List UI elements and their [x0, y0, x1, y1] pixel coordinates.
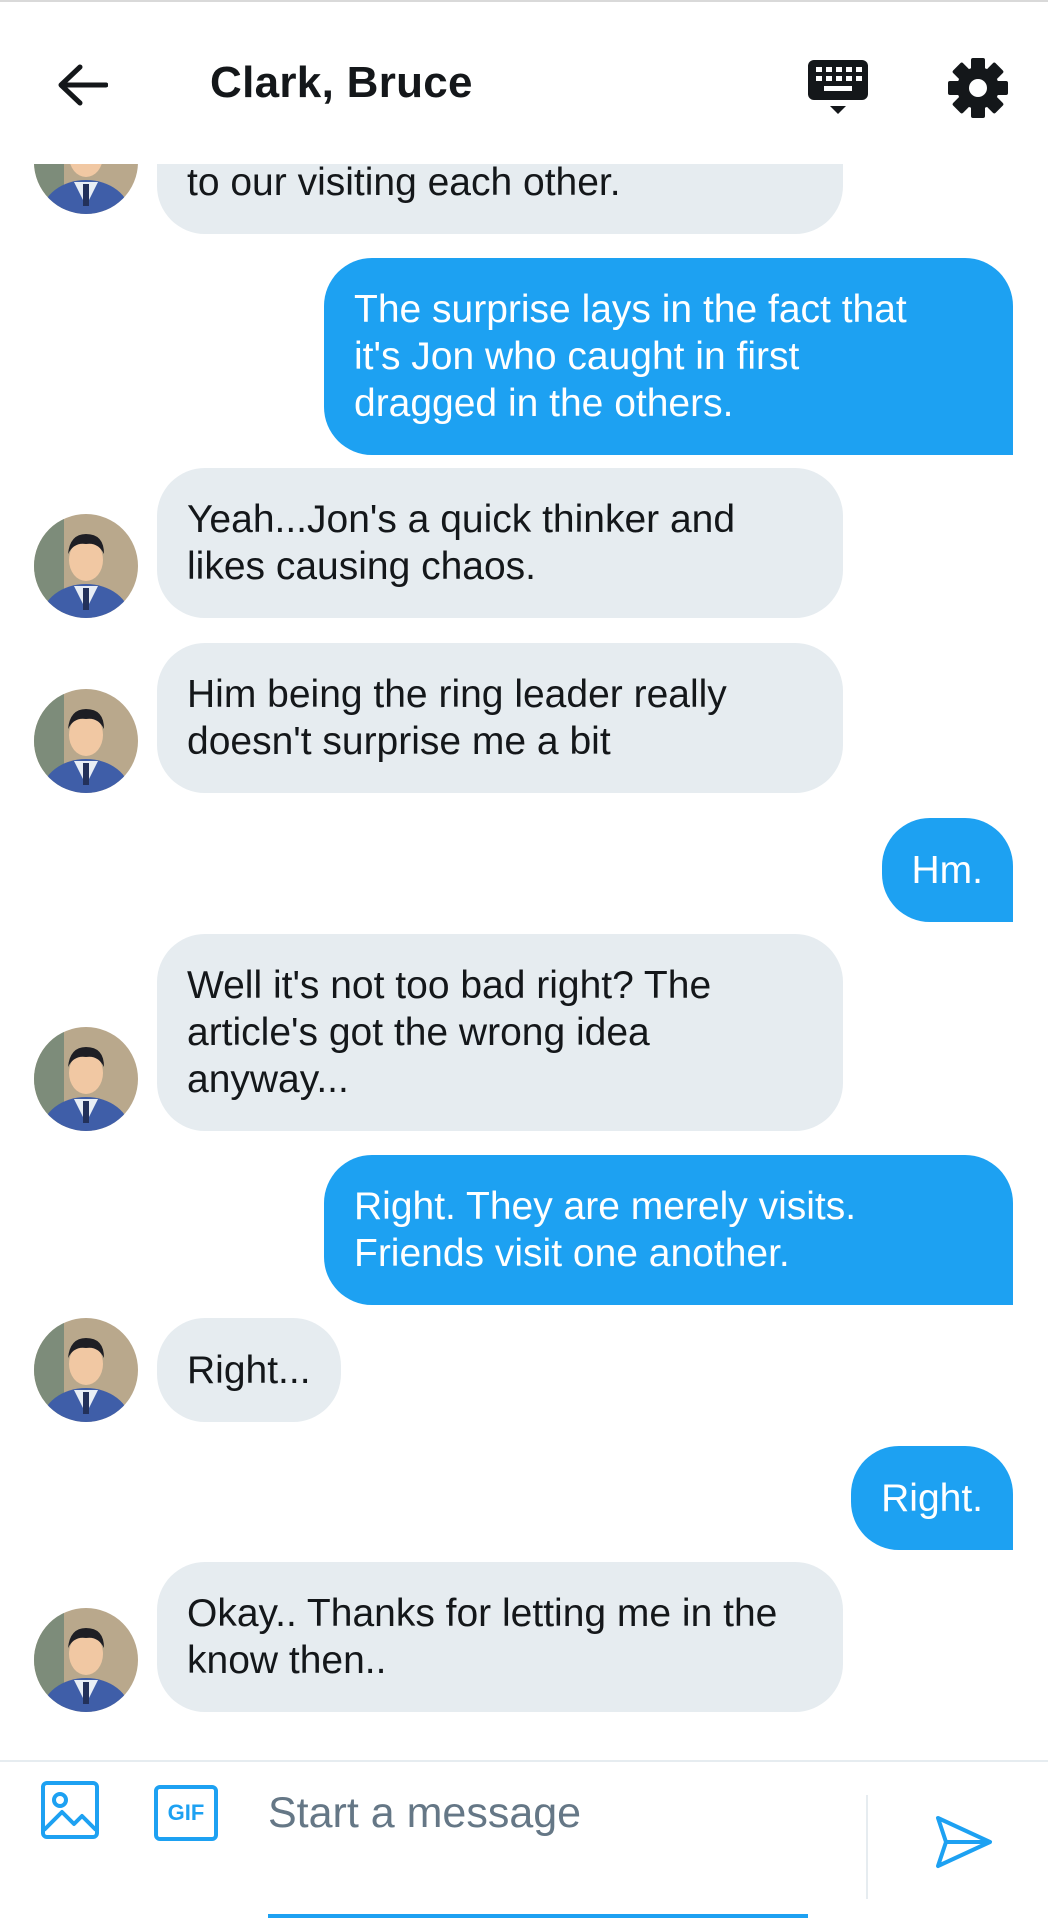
message-bubble-incoming[interactable]: Well it's not too bad right? The article… — [157, 934, 843, 1131]
avatar[interactable] — [34, 514, 138, 618]
message-bubble-incoming[interactable]: Okay.. Thanks for letting me in the know… — [157, 1562, 843, 1712]
message-text: Yeah...Jon's a quick thinker and likes c… — [187, 498, 736, 588]
message-bubble-incoming[interactable]: Yeah...Jon's a quick thinker and likes c… — [157, 468, 843, 618]
message-bubble-incoming[interactable]: Him being the ring leader really doesn't… — [157, 643, 843, 793]
back-button[interactable] — [52, 60, 112, 110]
conversation-title: Clark, Bruce — [210, 58, 473, 107]
add-image-button[interactable] — [40, 1780, 100, 1840]
top-bar: Clark, Bruce — [0, 0, 1048, 164]
avatar-image — [34, 1027, 138, 1131]
message-bubble-incoming[interactable]: to our visiting each other. — [157, 164, 843, 234]
avatar[interactable] — [34, 1027, 138, 1131]
avatar[interactable] — [34, 1318, 138, 1422]
avatar-image — [34, 164, 138, 214]
message-bubble-outgoing[interactable]: Hm. — [881, 818, 1013, 922]
message-text: Hm. — [911, 848, 984, 892]
image-icon — [41, 1781, 99, 1839]
avatar-image — [34, 689, 138, 793]
message-text: Right. They are merely visits. Friends v… — [354, 1185, 857, 1275]
gear-icon — [948, 58, 1008, 118]
message-text: The surprise lays in the fact that it's … — [354, 288, 907, 425]
composer-divider — [866, 1795, 868, 1899]
message-input[interactable] — [268, 1778, 808, 1848]
message-text: Okay.. Thanks for letting me in the know… — [187, 1592, 778, 1682]
message-bubble-outgoing[interactable]: Right. They are merely visits. Friends v… — [324, 1155, 1013, 1305]
send-icon — [936, 1816, 992, 1868]
message-text: Him being the ring leader really doesn't… — [187, 673, 727, 763]
message-text: Right... — [187, 1348, 311, 1392]
message-text: Right. — [881, 1476, 983, 1520]
keyboard-icon — [808, 60, 868, 114]
avatar[interactable] — [34, 164, 138, 214]
avatar-image — [34, 514, 138, 618]
message-thread[interactable]: to our visiting each other. The surprise… — [0, 164, 1048, 1760]
message-text: Well it's not too bad right? The article… — [187, 964, 712, 1101]
message-bubble-outgoing[interactable]: Right. — [851, 1446, 1013, 1550]
settings-button[interactable] — [946, 56, 1010, 120]
message-bubble-outgoing[interactable]: The surprise lays in the fact that it's … — [324, 258, 1013, 455]
avatar-image — [34, 1608, 138, 1712]
avatar[interactable] — [34, 1608, 138, 1712]
gif-button[interactable]: GIF — [154, 1785, 218, 1841]
send-button[interactable] — [934, 1812, 994, 1872]
avatar-image — [34, 1318, 138, 1422]
avatar[interactable] — [34, 689, 138, 793]
input-underline — [268, 1914, 808, 1918]
keyboard-button[interactable] — [806, 56, 870, 118]
message-bubble-incoming[interactable]: Right... — [157, 1318, 341, 1422]
message-text: to our visiting each other. — [187, 164, 621, 204]
arrow-left-icon — [58, 64, 108, 106]
